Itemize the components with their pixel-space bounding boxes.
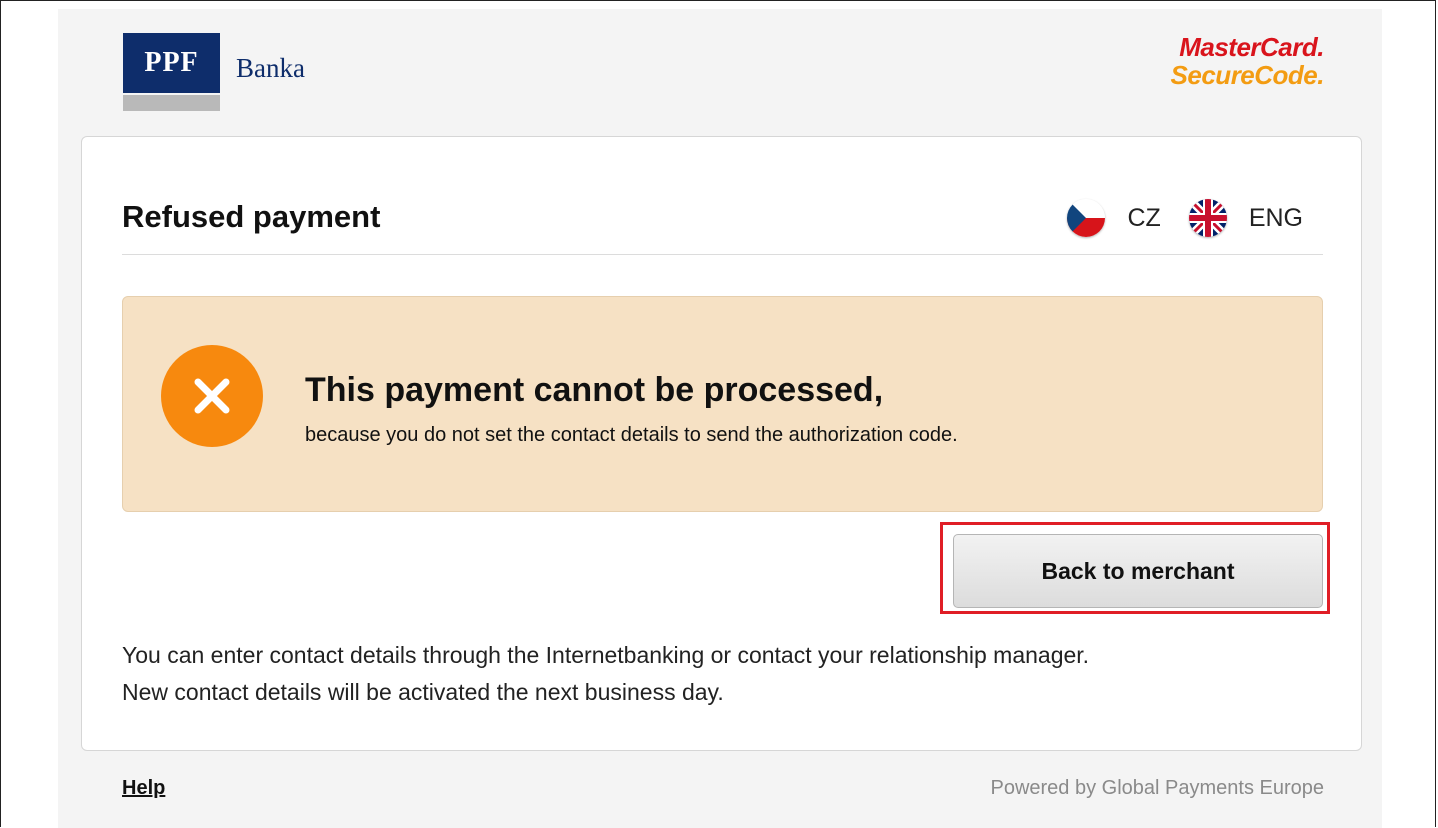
ppf-banka-logo: PPF Banka [123,33,353,113]
language-eng-label: ENG [1248,203,1303,232]
ppf-logo-box: PPF [123,33,220,93]
title-divider [122,254,1323,255]
alert-text: because you do not set the contact detai… [305,424,958,446]
back-to-merchant-button[interactable]: Back to merchant [953,534,1323,608]
refused-alert: This payment cannot be processed, becaus… [122,296,1323,512]
powered-by-text: Powered by Global Payments Europe [990,777,1324,799]
mastercard-securecode-logo: MasterCard. SecureCode. [1170,32,1325,90]
page-title: Refused payment [122,199,381,234]
bank-name: Banka [236,53,305,83]
securecode-text: SecureCode. [1170,60,1325,90]
ppf-logo-bar [123,95,220,111]
close-icon [161,345,263,447]
alert-title: This payment cannot be processed, [305,371,884,409]
window-frame: PPF Banka MasterCard. SecureCode. Refuse… [0,0,1436,828]
main-card: Refused payment CZ ENG This payment cann… [81,136,1362,751]
mastercard-text: MasterCard. [1179,32,1324,62]
info-line: New contact details will be activated th… [122,679,724,705]
info-line: You can enter contact details through th… [122,642,1090,668]
uk-flag-icon [1188,199,1227,237]
contact-info-text: You can enter contact details through th… [122,637,1332,711]
help-link[interactable]: Help [122,777,165,800]
language-switch: CZ ENG [1067,199,1303,237]
language-eng[interactable]: ENG [1188,199,1303,237]
payment-page: PPF Banka MasterCard. SecureCode. Refuse… [58,9,1382,828]
czech-flag-icon [1067,199,1106,237]
language-cz-label: CZ [1127,203,1161,232]
language-cz[interactable]: CZ [1067,199,1161,237]
